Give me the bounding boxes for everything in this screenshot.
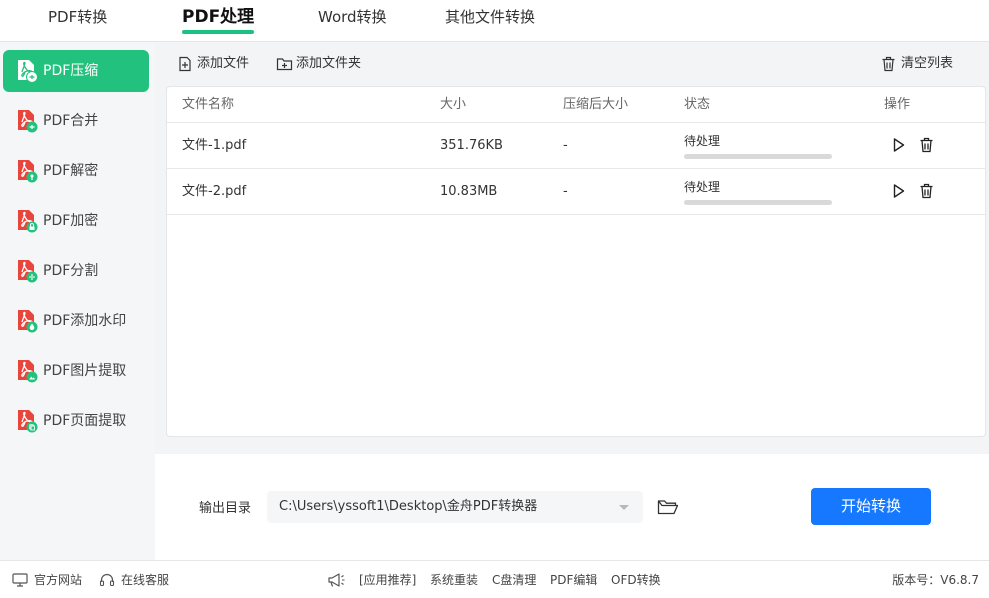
sidebar-item-pdf-watermark[interactable]: PDF添加水印 [3,300,149,342]
progress-bar [684,200,832,205]
pdf-watermark-icon [18,310,38,333]
sidebar-item-pdf-encrypt[interactable]: PDF加密 [3,200,149,242]
output-path: C:\Users\yssoft1\Desktop\金舟PDF转换器 [279,499,538,514]
monitor-icon [12,573,28,587]
output-directory-label: 输出目录 [199,501,252,516]
sidebar-item-label: PDF合并 [43,113,99,129]
footer-link-ofd-convert[interactable]: OFD转换 [611,561,661,598]
online-support-link[interactable]: 在线客服 [99,561,169,598]
footer-link-c-drive-clean[interactable]: C盘清理 [492,561,536,598]
clear-list-button[interactable]: 清空列表 [881,42,953,86]
add-file-button[interactable]: 添加文件 [177,42,249,86]
footer: 官方网站 在线客服 [应用推荐] 系统重装 C盘清理 PDF编辑 OFD转换 版… [0,560,989,598]
file-size: 10.83MB [440,184,498,199]
file-size: 351.76KB [440,138,503,153]
delete-icon[interactable] [919,183,934,199]
sidebar-item-label: PDF图片提取 [43,363,127,379]
pdf-encrypt-icon [18,210,38,233]
output-directory-select[interactable]: C:\Users\yssoft1\Desktop\金舟PDF转换器 [267,491,643,523]
column-header-status: 状态 [684,97,711,112]
file-table: 文件名称 大小 压缩后大小 状态 操作 文件-1.pdf 351.76KB - … [166,86,986,437]
play-icon[interactable] [892,137,906,153]
sidebar-item-label: PDF页面提取 [43,413,127,429]
open-folder-icon[interactable] [657,498,679,516]
sidebar-item-pdf-image-extract[interactable]: PDF图片提取 [3,350,149,392]
tab-pdf-process[interactable]: PDF处理 [162,0,274,36]
column-header-size: 大小 [440,97,467,112]
table-row[interactable]: 文件-1.pdf 351.76KB - 待处理 [167,123,985,169]
table-row[interactable]: 文件-2.pdf 10.83MB - 待处理 [167,169,985,215]
pdf-merge-icon [18,110,38,133]
start-convert-button[interactable]: 开始转换 [811,488,931,525]
sidebar-item-pdf-compress[interactable]: PDF压缩 [3,50,149,92]
pdf-page-extract-icon [18,410,38,433]
trash-icon [882,56,895,72]
tab-other-convert[interactable]: 其他文件转换 [445,0,535,36]
tab-label: PDF处理 [182,7,255,27]
add-folder-icon [276,58,293,71]
footer-link-pdf-edit[interactable]: PDF编辑 [550,561,597,598]
sidebar-item-label: PDF解密 [43,163,99,179]
sidebar: PDF压缩 PDF合并 PDF解密 PDF加密 PDF分割 PDF添加水印 PD… [0,42,155,560]
sidebar-item-label: PDF分割 [43,263,99,279]
sidebar-item-pdf-split[interactable]: PDF分割 [3,250,149,292]
compressed-size: - [563,184,568,199]
tab-label: PDF转换 [48,8,108,26]
sidebar-item-pdf-merge[interactable]: PDF合并 [3,100,149,142]
footer-link-system-reinstall[interactable]: 系统重装 [430,561,478,598]
status-text: 待处理 [684,180,721,194]
main-content: 添加文件 添加文件夹 清空列表 文件名称 大小 压缩后大小 状态 操作 文件-1… [155,42,989,560]
pdf-image-extract-icon [18,360,38,383]
column-header-name: 文件名称 [182,97,235,112]
active-tab-indicator [182,30,255,34]
sidebar-item-label: PDF加密 [43,213,99,229]
toolbar: 添加文件 添加文件夹 清空列表 [155,42,989,86]
add-file-icon [179,56,191,72]
app-recommend-link[interactable]: [应用推荐] [327,561,416,598]
file-name: 文件-2.pdf [182,184,247,199]
progress-bar [684,154,832,159]
file-name: 文件-1.pdf [182,138,247,153]
table-header: 文件名称 大小 压缩后大小 状态 操作 [167,87,985,123]
column-header-actions: 操作 [884,97,911,112]
column-header-compressed-size: 压缩后大小 [563,97,629,112]
sidebar-item-label: PDF压缩 [43,63,99,79]
tab-pdf-convert[interactable]: PDF转换 [48,0,107,36]
compressed-size: - [563,138,568,153]
delete-icon[interactable] [919,137,934,153]
output-bar: 输出目录 C:\Users\yssoft1\Desktop\金舟PDF转换器 开… [155,454,989,560]
tab-word-convert[interactable]: Word转换 [318,0,387,36]
version-label: 版本号：V6.8.7 [892,573,979,587]
sidebar-item-pdf-decrypt[interactable]: PDF解密 [3,150,149,192]
sidebar-item-pdf-page-extract[interactable]: PDF页面提取 [3,400,149,442]
chevron-down-icon [619,505,629,510]
tab-label: Word转换 [318,8,387,26]
pdf-decrypt-icon [18,160,38,183]
play-icon[interactable] [892,183,906,199]
top-navigation: PDF转换 PDF处理 Word转换 其他文件转换 [0,0,989,42]
sidebar-item-label: PDF添加水印 [43,313,127,329]
official-website-link[interactable]: 官方网站 [12,561,82,598]
status-text: 待处理 [684,134,721,148]
megaphone-icon [328,573,345,587]
pdf-compress-icon [18,60,38,83]
headset-icon [99,573,115,587]
tab-label: 其他文件转换 [445,8,536,26]
add-folder-button[interactable]: 添加文件夹 [276,42,361,86]
pdf-split-icon [18,260,38,283]
